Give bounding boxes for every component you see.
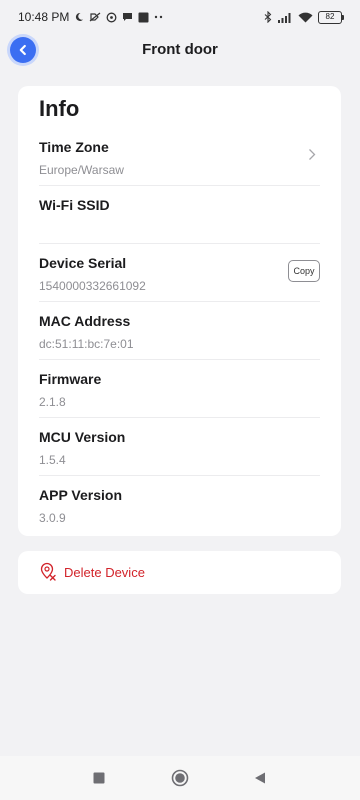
row-firmware: Firmware 2.1.8 (39, 360, 320, 418)
row-app-version: APP Version 3.0.9 (39, 476, 320, 534)
page-title: Front door (142, 41, 218, 58)
signal-icon (277, 12, 293, 23)
bluetooth-icon (264, 11, 272, 23)
row-label: Time Zone (39, 139, 109, 155)
row-time-zone[interactable]: Time Zone Europe/Warsaw (39, 128, 320, 186)
whatsapp-icon (106, 12, 117, 23)
battery-icon: 82 (318, 10, 344, 24)
row-label: MCU Version (39, 429, 126, 445)
info-card: Info Time Zone Europe/Warsaw Wi-Fi SSID … (18, 86, 341, 536)
chevron-right-icon (308, 148, 316, 166)
status-bar: 10:48 PM 82 (0, 0, 360, 34)
header: Front door (0, 34, 360, 68)
copy-button[interactable]: Copy (288, 260, 320, 282)
back-nav-button[interactable] (251, 769, 269, 787)
recents-square-icon (93, 772, 105, 784)
recents-button[interactable] (90, 769, 108, 787)
row-value: Europe/Warsaw (39, 163, 124, 177)
home-button[interactable] (171, 769, 189, 787)
row-label: Firmware (39, 371, 102, 387)
row-label: Device Serial (39, 255, 127, 271)
row-label: MAC Address (39, 313, 131, 329)
row-value: 1.5.4 (39, 453, 66, 467)
row-value: dc:51:11:bc:7e:01 (39, 337, 134, 351)
delete-device-button[interactable]: Delete Device (18, 551, 341, 594)
chat-icon (122, 12, 133, 22)
wifi-icon (298, 12, 313, 23)
row-label: Wi-Fi SSID (39, 197, 110, 213)
row-value: 2.1.8 (39, 395, 66, 409)
row-mcu-version: MCU Version 1.5.4 (39, 418, 320, 476)
more-dots-icon (154, 15, 164, 19)
status-time: 10:48 PM (18, 10, 70, 24)
delete-device-icon (39, 562, 57, 587)
system-nav-bar (0, 756, 360, 800)
moon-icon (74, 12, 84, 22)
status-left: 10:48 PM (18, 10, 164, 24)
row-wifi-ssid: Wi-Fi SSID (39, 186, 320, 244)
mute-icon (89, 12, 101, 22)
delete-device-label: Delete Device (64, 565, 145, 580)
back-triangle-icon (254, 772, 266, 784)
row-value: 1540000332661092 (39, 279, 146, 293)
row-label: APP Version (39, 487, 123, 503)
home-circle-icon (171, 769, 189, 787)
info-title: Info (39, 96, 80, 121)
status-right: 82 (264, 10, 344, 24)
row-mac-address: MAC Address dc:51:11:bc:7e:01 (39, 302, 320, 360)
app-icon (138, 12, 149, 23)
row-device-serial: Device Serial 1540000332661092 Copy (39, 244, 320, 302)
row-value: 3.0.9 (39, 511, 66, 525)
